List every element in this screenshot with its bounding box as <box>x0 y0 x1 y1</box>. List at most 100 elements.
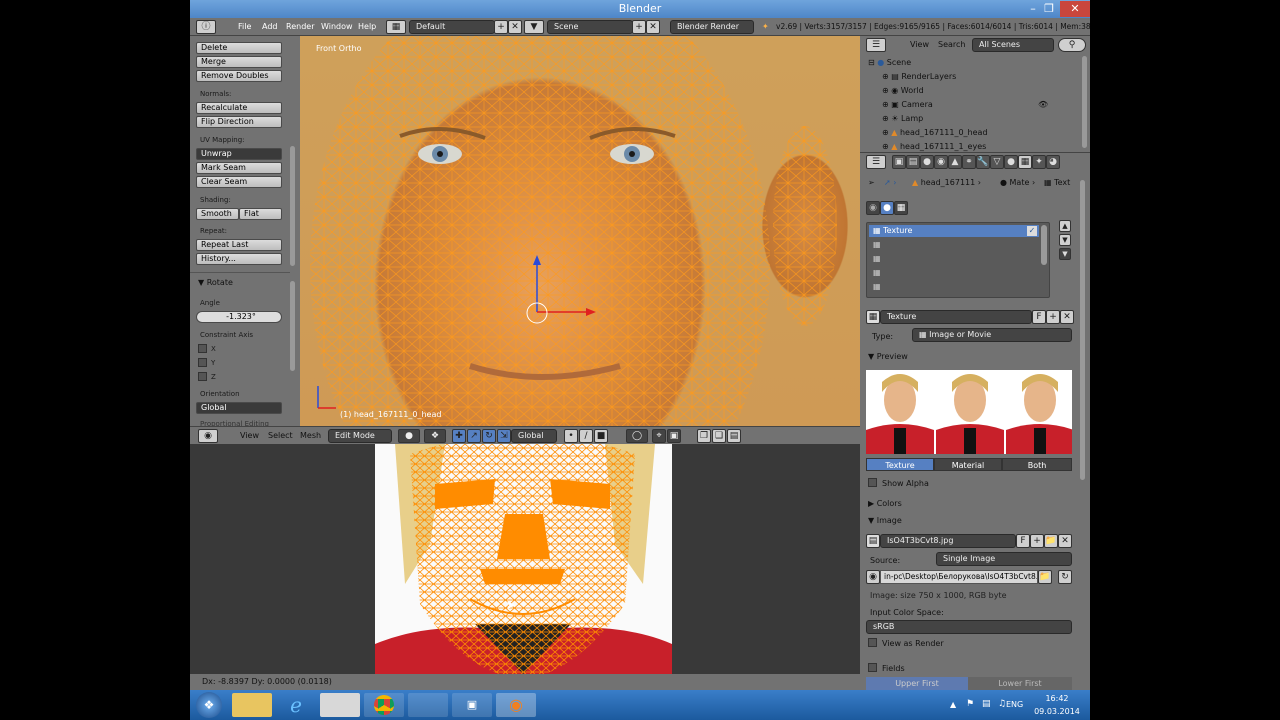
preview-tab-texture[interactable]: Texture <box>866 458 934 471</box>
scene-select[interactable]: Scene <box>547 20 633 34</box>
layout-select[interactable]: Default <box>409 20 495 34</box>
flat-button[interactable]: Flat <box>239 208 282 220</box>
outliner-row-head[interactable]: ⊕ ▲ head_167111_0_head <box>860 126 1078 140</box>
manipulator-icon[interactable]: ✚ <box>452 429 466 443</box>
renderlayer-tab-icon[interactable]: ▤ <box>906 155 920 169</box>
chrome-icon[interactable] <box>364 693 404 717</box>
outliner-filter-select[interactable]: All Scenes <box>972 38 1054 52</box>
vertex-select-icon[interactable]: • <box>564 429 578 443</box>
app-icon[interactable] <box>320 693 360 717</box>
edge-select-icon[interactable]: ∕ <box>579 429 593 443</box>
slot-down-icon[interactable]: ▼ <box>1059 234 1071 246</box>
brush-texture-icon[interactable]: ▦ <box>894 201 908 215</box>
outliner-menu-search[interactable]: Search <box>938 36 965 54</box>
filepath-browse-icon[interactable]: 📁 <box>1038 570 1052 584</box>
view-as-render-checkbox[interactable] <box>868 638 877 647</box>
internet-explorer-icon[interactable]: ℯ <box>276 693 316 717</box>
colors-panel-title[interactable]: ▶ Colors <box>868 499 902 508</box>
scene-icon[interactable]: ▼ <box>524 20 544 34</box>
flip-direction-button[interactable]: Flip Direction <box>196 116 282 128</box>
axis-y-checkbox[interactable] <box>198 358 207 367</box>
upper-first-button[interactable]: Upper First <box>866 677 968 690</box>
slot-list-scrollbar[interactable] <box>1041 225 1047 265</box>
media-app-icon[interactable]: ▣ <box>452 693 492 717</box>
outliner-menu-view[interactable]: View <box>910 36 929 54</box>
image-add-icon[interactable]: + <box>1030 534 1044 548</box>
menu-help[interactable]: Help <box>358 18 376 36</box>
search-icon[interactable]: ⚲ <box>1058 38 1086 52</box>
outliner-row-camera[interactable]: ⊕ ▣ Camera 👁 <box>860 98 1078 112</box>
outliner-row-eyes[interactable]: ⊕ ▲ head_167111_1_eyes <box>860 140 1078 152</box>
start-button-icon[interactable]: ❖ <box>196 692 222 718</box>
clock-date[interactable]: 09.03.2014 <box>1030 707 1084 716</box>
data-tab-icon[interactable]: ▽ <box>990 155 1004 169</box>
object-tab-icon[interactable]: ▲ <box>948 155 962 169</box>
menu-mesh[interactable]: Mesh <box>300 427 321 445</box>
toolshelf-scrollbar-2[interactable] <box>290 281 295 371</box>
particles-tab-icon[interactable]: ✦ <box>1032 155 1046 169</box>
lower-first-button[interactable]: Lower First <box>968 677 1072 690</box>
copy-icon[interactable]: ❐ <box>697 429 711 443</box>
menu-select[interactable]: Select <box>268 427 293 445</box>
smooth-button[interactable]: Smooth <box>196 208 239 220</box>
rotate-panel-title[interactable]: ▼ Rotate <box>198 278 233 287</box>
image-name-field[interactable]: IsO4T3bCvt8.jpg <box>880 534 1016 548</box>
fields-checkbox[interactable] <box>868 663 877 672</box>
menu-window[interactable]: Window <box>321 18 353 36</box>
explorer-icon[interactable] <box>232 693 272 717</box>
scale-icon[interactable]: ⇲ <box>497 429 511 443</box>
texture-add-icon[interactable]: + <box>1046 310 1060 324</box>
physics-tab-icon[interactable]: ◕ <box>1046 155 1060 169</box>
uv-image-editor[interactable]: ➤ <box>190 444 860 674</box>
preview-tab-both[interactable]: Both <box>1002 458 1072 471</box>
shading-mode-icon[interactable]: ● <box>398 429 420 443</box>
texture-users-button[interactable]: F <box>1032 310 1046 324</box>
proportional-icon[interactable]: ◯ <box>626 429 648 443</box>
preview-tab-material[interactable]: Material <box>934 458 1002 471</box>
scene-add-icon[interactable]: + <box>632 20 646 34</box>
image-reload-icon[interactable]: ↻ <box>1058 570 1072 584</box>
merge-button[interactable]: Merge <box>196 56 282 68</box>
orientation-select[interactable]: Global <box>196 402 282 414</box>
scene-remove-icon[interactable]: ✕ <box>646 20 660 34</box>
snap-target-icon[interactable]: ▣ <box>667 429 681 443</box>
tray-flag-icon[interactable]: ⚑ <box>966 699 974 709</box>
image-users-button[interactable]: F <box>1016 534 1030 548</box>
axis-z-checkbox[interactable] <box>198 372 207 381</box>
axis-x-checkbox[interactable] <box>198 344 207 353</box>
image-filepath-field[interactable]: in-pc\Desktop\Белорукова\IsO4T3bCvt8.jpg <box>880 570 1038 584</box>
layout-add-icon[interactable]: + <box>494 20 508 34</box>
texture-browse-icon[interactable]: ▦ <box>866 310 880 324</box>
render-icon[interactable]: ▤ <box>727 429 741 443</box>
pivot-icon[interactable]: ❖ <box>424 429 446 443</box>
language-indicator[interactable]: ENG <box>1006 700 1023 709</box>
tray-network-icon[interactable]: ▤ <box>982 699 991 709</box>
render-tab-icon[interactable]: ▣ <box>892 155 906 169</box>
snap-icon[interactable]: ⌖ <box>652 429 666 443</box>
render-engine-select[interactable]: Blender Render <box>670 20 754 34</box>
texture-unlink-icon[interactable]: ✕ <box>1060 310 1074 324</box>
texture-slot-list[interactable]: ▦ Texture ✓ ▦ ▦ ▦ ▦ <box>866 222 1050 298</box>
view3d-editor-icon[interactable]: ◉ <box>198 429 218 443</box>
filepath-pack-icon[interactable]: ◉ <box>866 570 880 584</box>
recalculate-button[interactable]: Recalculate <box>196 102 282 114</box>
menu-add[interactable]: Add <box>262 18 278 36</box>
editor-type-icon[interactable]: ⓘ <box>196 20 216 34</box>
blender-taskbar-icon[interactable]: ◉ <box>496 693 536 717</box>
image-unlink-icon[interactable]: ✕ <box>1058 534 1072 548</box>
clear-seam-button[interactable]: Clear Seam <box>196 176 282 188</box>
menu-render[interactable]: Render <box>286 18 314 36</box>
folder-icon[interactable] <box>408 693 448 717</box>
delete-button[interactable]: Delete <box>196 42 282 54</box>
rotate-icon[interactable]: ↻ <box>482 429 496 443</box>
visibility-eye-icon[interactable]: 👁 <box>1038 98 1048 112</box>
menu-file[interactable]: File <box>238 18 251 36</box>
modifier-tab-icon[interactable]: 🔧 <box>976 155 990 169</box>
world-tab-icon[interactable]: ◉ <box>934 155 948 169</box>
image-panel-title[interactable]: ▼ Image <box>868 516 902 525</box>
3d-viewport[interactable]: Front Ortho (1) head_167111_0_head <box>300 36 860 426</box>
remove-doubles-button[interactable]: Remove Doubles <box>196 70 282 82</box>
clock-time[interactable]: 16:42 <box>1034 694 1080 703</box>
texture-type-select[interactable]: ▦ Image or Movie <box>912 328 1072 342</box>
texture-tab-icon[interactable]: ▦ <box>1018 155 1032 169</box>
